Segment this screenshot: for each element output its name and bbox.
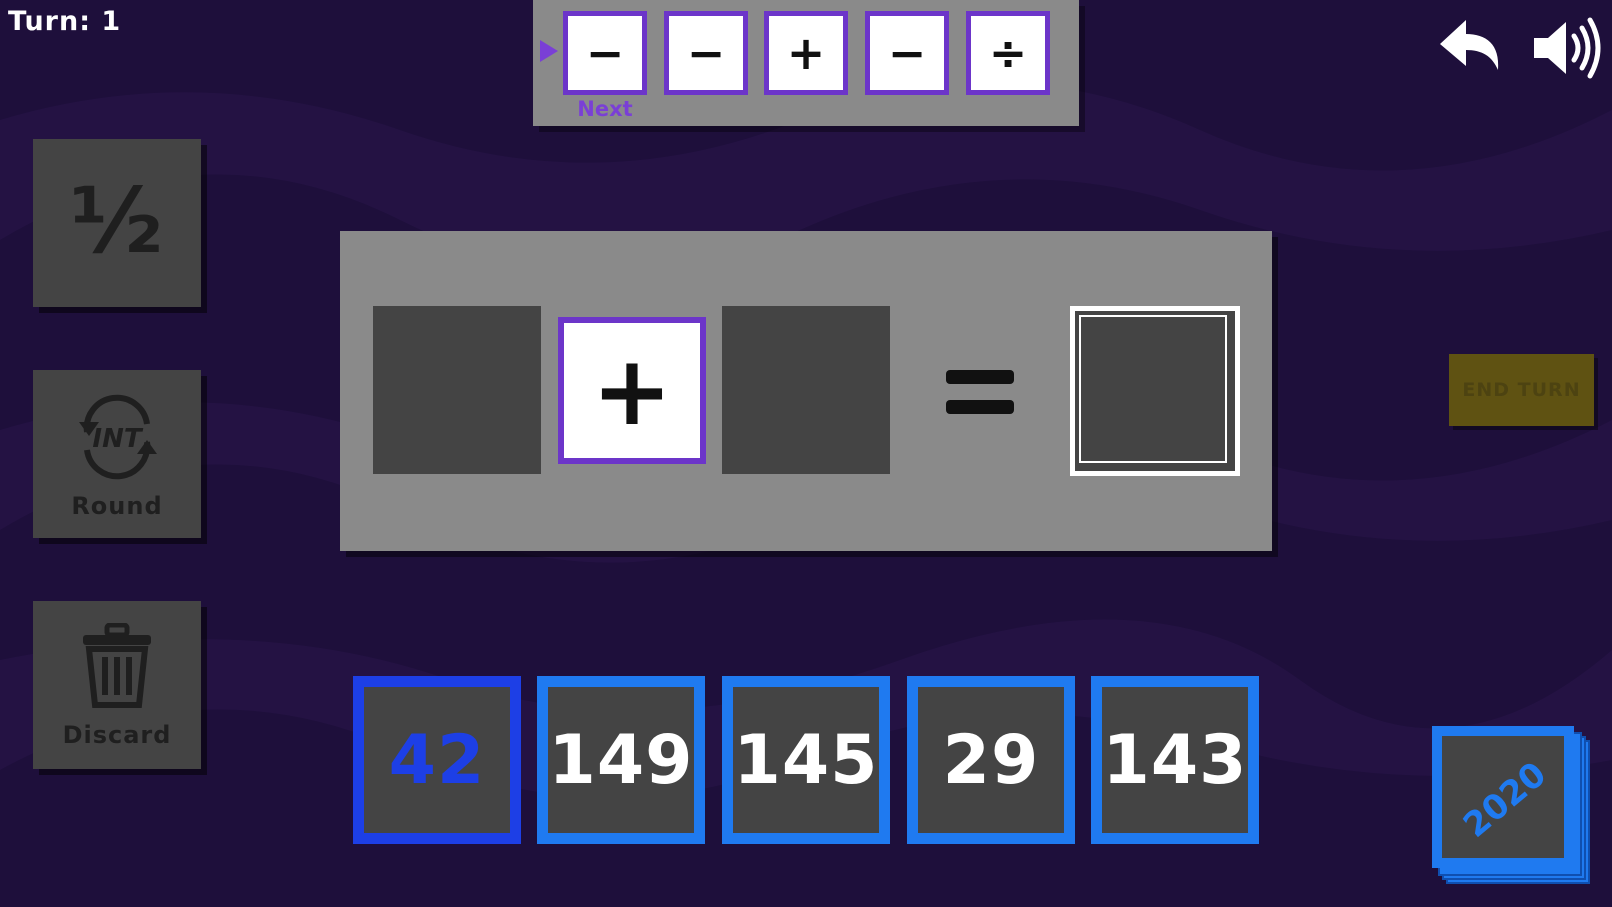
end-turn-button[interactable]: END TURN [1449, 354, 1594, 426]
rotate-arrows-icon: INT [79, 394, 157, 480]
right-operand-slot[interactable] [722, 306, 890, 474]
next-label: Next [577, 97, 633, 121]
queue-operator-card[interactable]: + [764, 11, 848, 95]
deck-card-face: 2020 [1440, 734, 1566, 860]
number-card-value: 42 [362, 685, 512, 835]
half-tool-button[interactable]: ½ [33, 139, 201, 307]
undo-arrow-icon [1440, 20, 1499, 70]
number-card-value: 143 [1100, 685, 1250, 835]
number-card[interactable]: 149 [537, 676, 705, 844]
round-icon-text: INT [92, 424, 143, 454]
draw-deck[interactable]: 2020 [1432, 726, 1574, 868]
number-card-value: 29 [916, 685, 1066, 835]
left-operand-slot[interactable] [373, 306, 541, 474]
queue-operator-card[interactable]: − [563, 11, 647, 95]
round-tool-button[interactable]: INT Round [33, 370, 201, 538]
speaker-icon [1534, 17, 1601, 79]
equals-bar [946, 370, 1014, 384]
number-card[interactable]: 42 [353, 676, 521, 844]
result-slot-inner-border [1079, 315, 1227, 463]
sound-toggle-button[interactable] [1528, 8, 1608, 88]
number-card[interactable]: 145 [722, 676, 890, 844]
equals-sign [946, 370, 1014, 414]
trash-icon [83, 623, 151, 708]
half-tool-label: ½ [69, 169, 165, 274]
queue-operator-card[interactable]: − [865, 11, 949, 95]
queue-operator-card[interactable]: − [664, 11, 748, 95]
turn-counter: Turn: 1 [8, 6, 122, 37]
discard-tool-button[interactable]: Discard [33, 601, 201, 769]
number-card[interactable]: 143 [1091, 676, 1259, 844]
equation-operator-card[interactable]: + [558, 317, 706, 464]
discard-tool-label: Discard [62, 721, 172, 749]
deck-label: 2020 [1455, 754, 1555, 846]
queue-operator-card[interactable]: ÷ [966, 11, 1050, 95]
undo-button[interactable] [1432, 8, 1512, 88]
next-pointer-icon [540, 40, 558, 62]
number-card-value: 145 [731, 685, 881, 835]
result-slot[interactable] [1070, 306, 1240, 476]
round-tool-label: Round [71, 492, 163, 520]
number-card[interactable]: 29 [907, 676, 1075, 844]
equals-bar [946, 400, 1014, 414]
number-card-value: 149 [546, 685, 696, 835]
